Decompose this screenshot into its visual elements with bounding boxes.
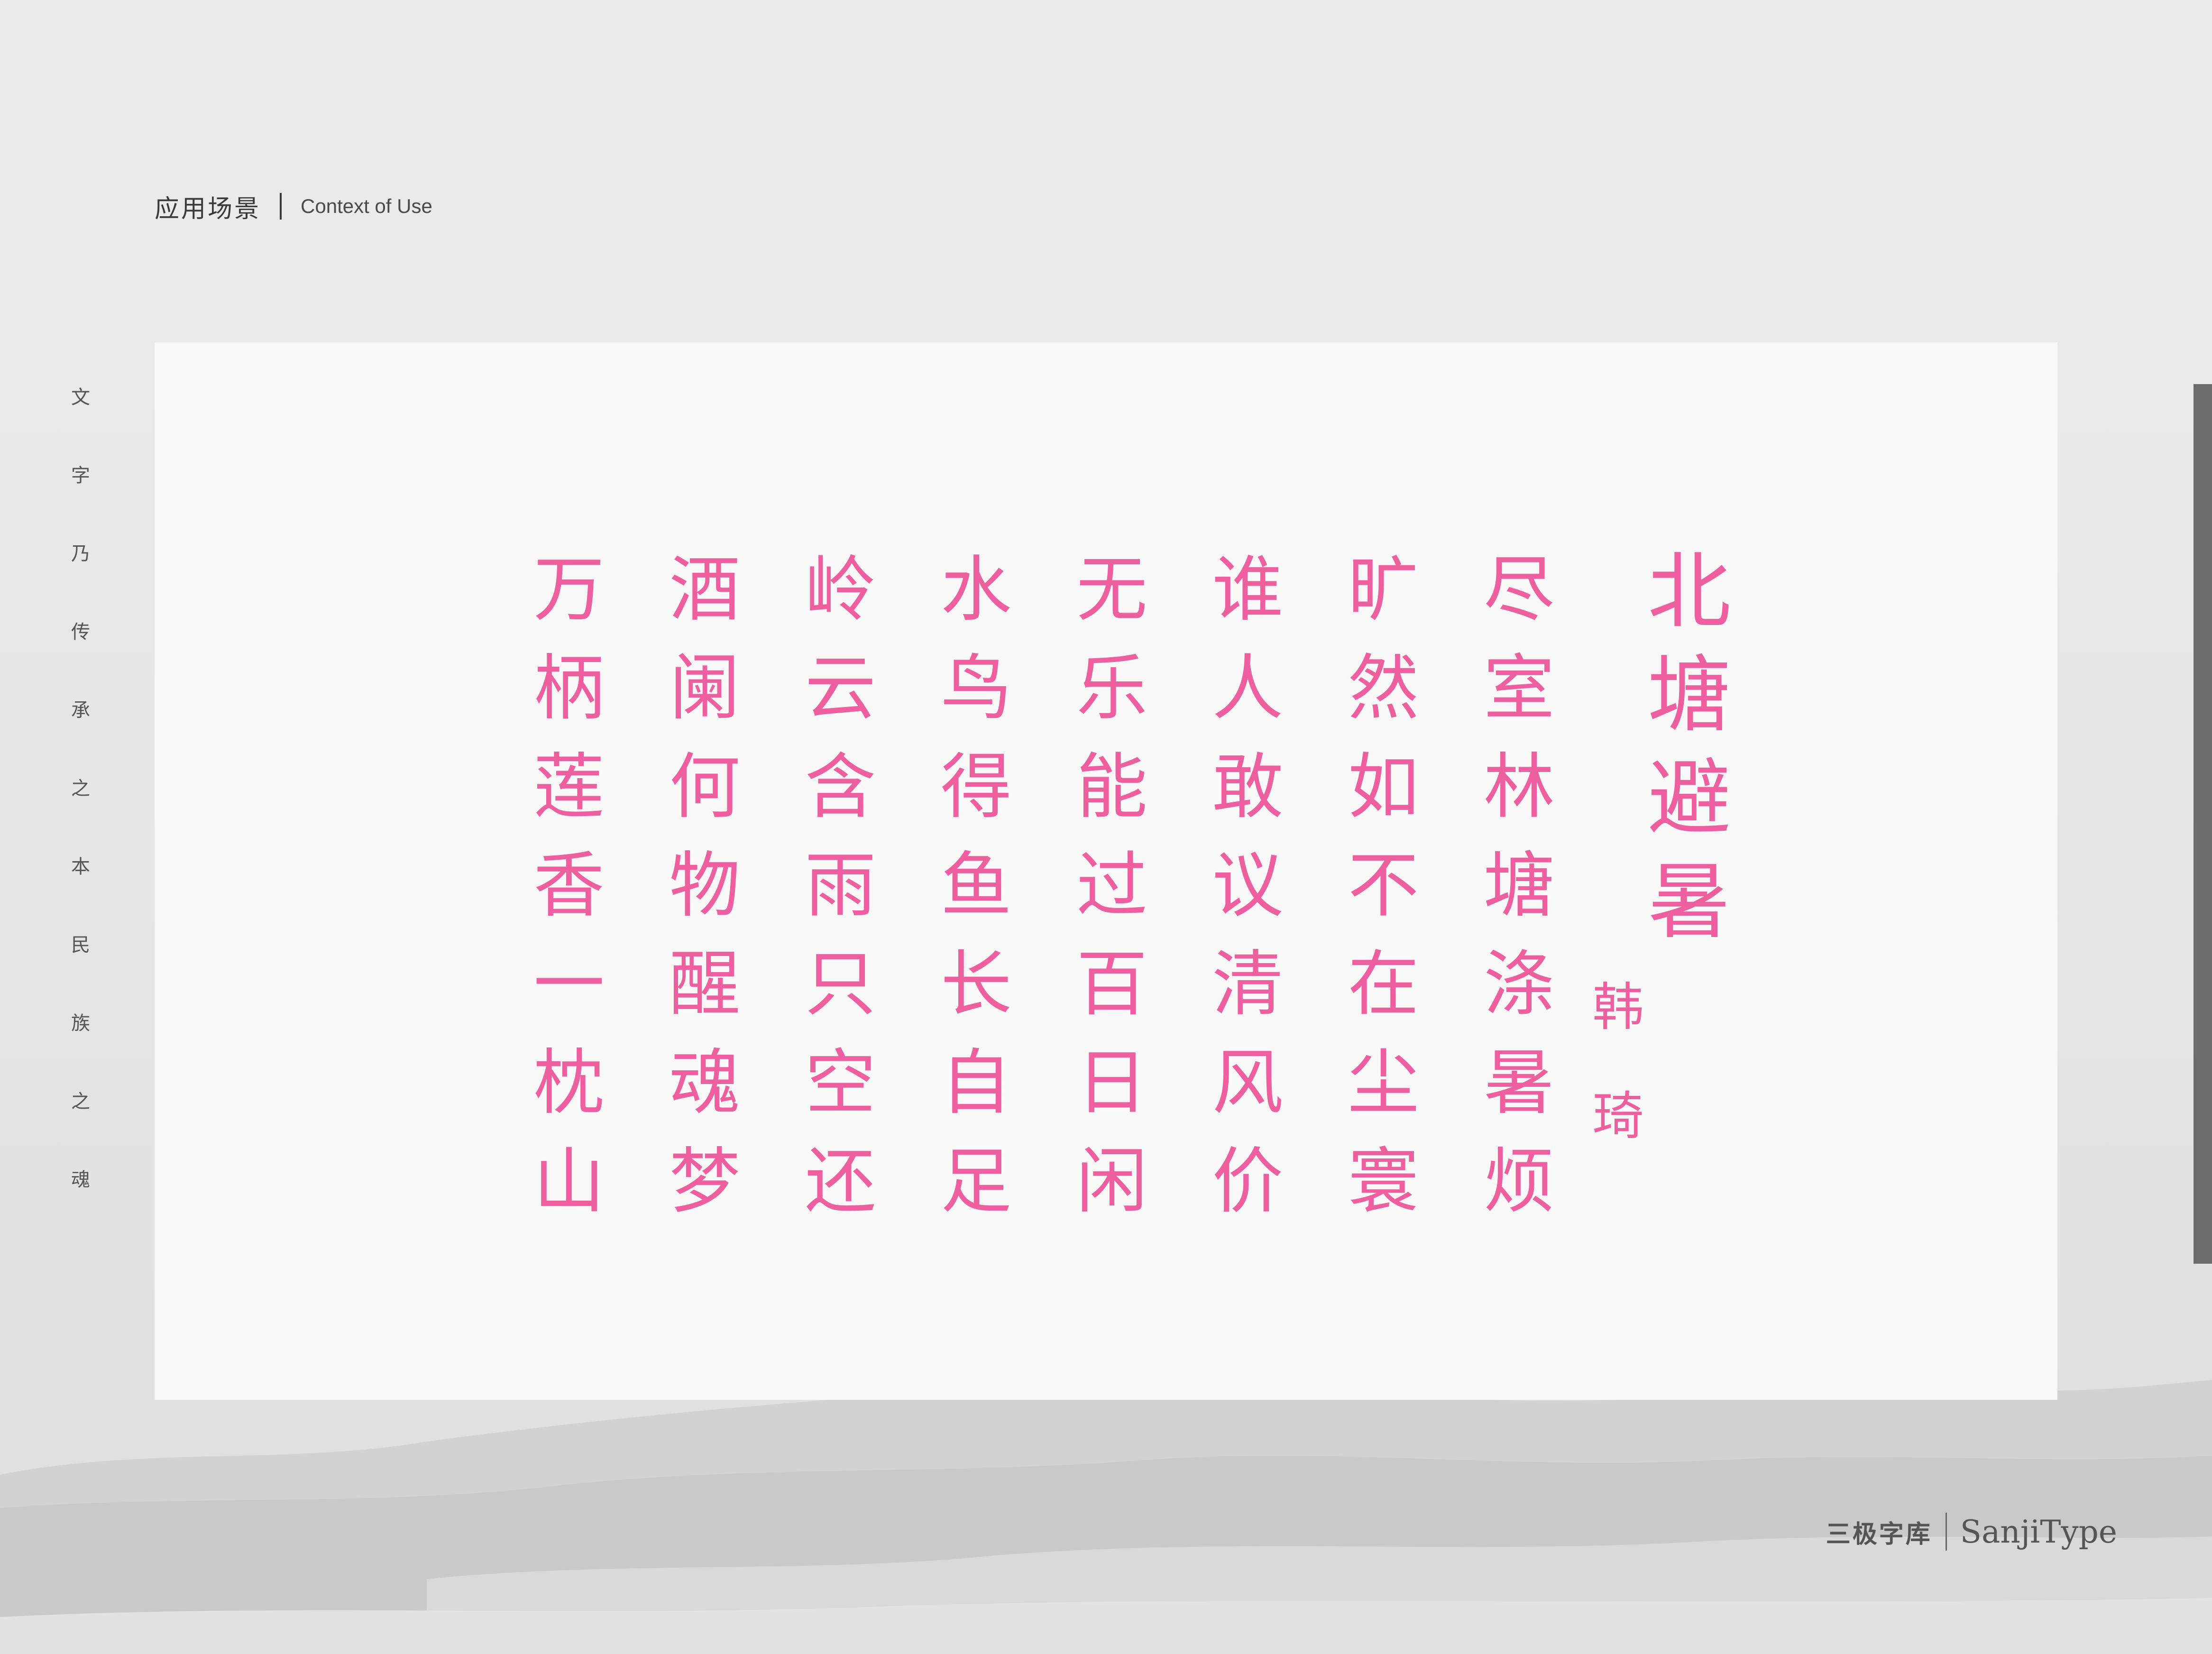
poem-char: 烦 — [1483, 1140, 1555, 1223]
poem-char: 枕 — [533, 1042, 605, 1124]
poem-column: 岭 云 含 雨 只 空 还 — [793, 541, 888, 1252]
poem-char: 塘 — [1483, 845, 1555, 927]
motto-char: 乃 — [71, 543, 90, 565]
poem-char: 香 — [533, 845, 605, 927]
poem-char: 闲 — [1076, 1140, 1147, 1223]
poem-char: 山 — [533, 1140, 605, 1223]
poem-block: 北 塘 避 暑 韩 琦 尽 室 林 塘 涤 暑 烦 旷 然 如 不 在 尘 寰 … — [522, 541, 1731, 1252]
poem-char: 梦 — [669, 1140, 741, 1223]
scrollbar[interactable] — [2194, 384, 2212, 1264]
footer-brand: 三极字库 SanjiType — [1826, 1510, 2117, 1553]
poem-char: 雨 — [805, 845, 876, 927]
poem-title-char: 暑 — [1648, 854, 1731, 950]
motto-char: 民 — [71, 934, 90, 956]
section-header: 应用场景 Context of Use — [155, 185, 432, 228]
poem-column: 万 柄 莲 香 一 枕 山 — [522, 541, 616, 1252]
poem-char: 敢 — [1212, 746, 1284, 828]
poem-char: 空 — [805, 1042, 876, 1124]
poem-char: 旷 — [1348, 549, 1419, 631]
poem-char: 魂 — [669, 1042, 741, 1124]
poem-char: 得 — [940, 746, 1012, 828]
poem-column: 谁 人 敢 议 清 风 价 — [1200, 541, 1295, 1252]
poem-title-char: 北 — [1648, 544, 1731, 640]
poem-author-column: 韩 琦 — [1588, 953, 1648, 1171]
poem-char: 水 — [940, 549, 1012, 631]
poem-char: 谁 — [1212, 549, 1284, 631]
poem-column: 尽 室 林 塘 涤 暑 烦 — [1472, 541, 1567, 1252]
poem-title-char: 塘 — [1648, 647, 1731, 744]
poem-char: 能 — [1076, 746, 1147, 828]
poem-heading: 北 塘 避 暑 韩 琦 — [1592, 541, 1731, 1252]
poem-column: 水 鸟 得 鱼 长 自 足 — [929, 541, 1024, 1252]
poem-char: 清 — [1212, 943, 1284, 1026]
poem-char: 过 — [1076, 845, 1147, 927]
poem-char: 人 — [1212, 647, 1284, 730]
poem-column: 酒 阑 何 物 醒 魂 梦 — [657, 541, 752, 1252]
poem-char: 鸟 — [940, 647, 1012, 730]
poem-char: 酒 — [669, 549, 741, 631]
poem-char: 寰 — [1348, 1140, 1419, 1223]
motto-char: 本 — [71, 856, 90, 878]
motto-char: 之 — [71, 778, 90, 799]
poem-char: 风 — [1212, 1042, 1284, 1124]
poem-char: 物 — [669, 845, 741, 927]
poem-author-char: 琦 — [1592, 1087, 1644, 1146]
section-title-cn: 应用场景 — [155, 194, 261, 223]
poem-char: 鱼 — [940, 845, 1012, 927]
poem-char: 不 — [1348, 845, 1419, 927]
motto-char: 之 — [71, 1091, 90, 1112]
motto-char: 承 — [71, 699, 90, 721]
poem-char: 日 — [1076, 1042, 1147, 1124]
poem-char: 长 — [940, 943, 1012, 1026]
poem-char: 尽 — [1483, 549, 1555, 631]
poem-char: 云 — [805, 647, 876, 730]
motto-char: 族 — [71, 1012, 90, 1034]
poem-char: 乐 — [1076, 647, 1147, 730]
footer-divider — [1945, 1513, 1947, 1551]
poem-char: 议 — [1212, 845, 1284, 927]
poem-char: 自 — [940, 1042, 1012, 1124]
poem-char: 价 — [1212, 1140, 1284, 1223]
motto-char: 传 — [71, 621, 90, 643]
poem-char: 含 — [805, 746, 876, 828]
brand-name-en: SanjiType — [1960, 1513, 2117, 1550]
poem-column: 旷 然 如 不 在 尘 寰 — [1336, 541, 1431, 1252]
poem-char: 还 — [805, 1140, 876, 1223]
motto-char: 魂 — [71, 1169, 90, 1191]
poem-char: 柄 — [533, 647, 605, 730]
poem-char: 在 — [1348, 943, 1419, 1026]
poem-char: 莲 — [533, 746, 605, 828]
poem-char: 一 — [533, 943, 605, 1026]
section-title-en: Context of Use — [301, 195, 432, 217]
motto-char: 字 — [71, 465, 90, 487]
header-divider — [280, 193, 282, 220]
poem-char: 尘 — [1348, 1042, 1419, 1124]
poem-char: 阑 — [669, 647, 741, 730]
poem-char: 室 — [1483, 647, 1555, 730]
poem-char: 然 — [1348, 647, 1419, 730]
poem-title-char: 避 — [1648, 751, 1731, 847]
poem-char: 醒 — [669, 943, 741, 1026]
poem-char: 何 — [669, 746, 741, 828]
poem-column: 无 乐 能 过 百 日 闲 — [1065, 541, 1159, 1252]
vertical-motto: 文 字 乃 传 承 之 本 民 族 之 魂 — [66, 388, 95, 1249]
poem-char: 只 — [805, 943, 876, 1026]
poem-char: 百 — [1076, 943, 1147, 1026]
poem-char: 林 — [1483, 746, 1555, 828]
poem-char: 万 — [533, 549, 605, 631]
poem-char: 暑 — [1483, 1042, 1555, 1124]
poem-char: 涤 — [1483, 943, 1555, 1026]
poem-author-char: 韩 — [1592, 978, 1644, 1037]
motto-char: 文 — [71, 386, 90, 408]
poem-char: 无 — [1076, 549, 1147, 631]
poem-char: 岭 — [805, 549, 876, 631]
poem-title-column: 北 塘 避 暑 — [1648, 541, 1731, 954]
poem-char: 足 — [940, 1140, 1012, 1223]
poem-char: 如 — [1348, 746, 1419, 828]
brand-name-cn: 三极字库 — [1826, 1520, 1932, 1549]
